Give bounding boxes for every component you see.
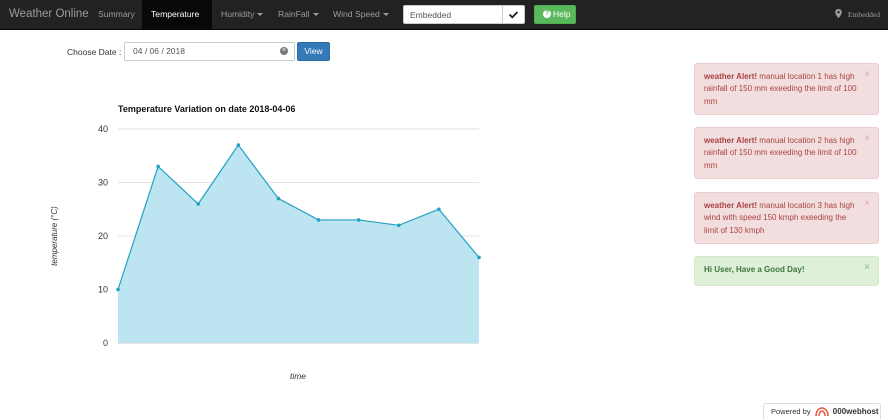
data-point[interactable]: [156, 164, 160, 169]
x-axis-label: time: [290, 371, 306, 381]
greeting-alert: Hi User, Have a Good Day! ×: [694, 256, 879, 286]
y-tick-label: 20: [98, 231, 108, 241]
weather-alert: weather Alert! manual location 3 has hig…: [694, 192, 879, 244]
temperature-area: [118, 145, 479, 343]
data-point[interactable]: [316, 218, 321, 222]
data-point[interactable]: [116, 287, 120, 292]
weather-alert: weather Alert! manual location 1 has hig…: [694, 63, 879, 115]
close-icon[interactable]: ×: [864, 198, 870, 210]
alert-title: weather Alert!: [704, 136, 758, 145]
alert-title: weather Alert!: [704, 72, 758, 81]
data-point[interactable]: [276, 196, 281, 201]
close-icon[interactable]: ×: [864, 69, 870, 81]
y-tick-label: 0: [103, 338, 108, 348]
alert-message: Hi User, Have a Good Day!: [704, 265, 805, 274]
y-tick-label: 30: [98, 178, 108, 188]
data-point[interactable]: [477, 255, 481, 260]
data-point[interactable]: [196, 202, 201, 206]
alert-title: weather Alert!: [704, 201, 758, 210]
close-icon[interactable]: ×: [864, 262, 870, 274]
y-axis-label: temperature (°C): [50, 206, 59, 266]
data-point[interactable]: [236, 143, 241, 147]
data-point[interactable]: [396, 223, 401, 228]
data-point[interactable]: [437, 207, 441, 212]
data-point[interactable]: [356, 218, 361, 222]
webhost-label: 000webhost: [832, 407, 879, 416]
webhost-logo-icon: [814, 407, 829, 417]
powered-by-badge[interactable]: Powered by 000webhost: [763, 403, 881, 419]
weather-alert: weather Alert! manual location 2 has hig…: [694, 127, 879, 179]
powered-by-label: Powered by: [771, 407, 811, 416]
close-icon[interactable]: ×: [864, 133, 870, 145]
y-tick-label: 10: [98, 285, 108, 295]
y-tick-label: 40: [98, 124, 108, 134]
